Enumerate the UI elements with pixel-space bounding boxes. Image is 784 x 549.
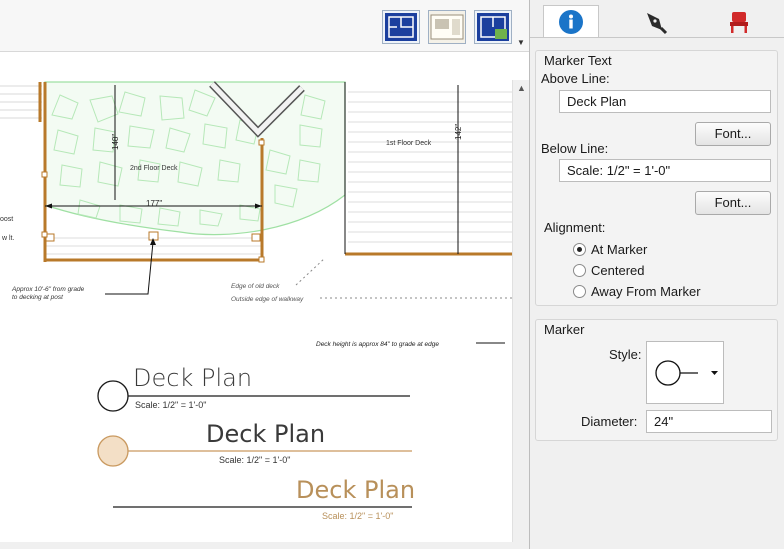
marker-style-selector[interactable] xyxy=(646,341,724,404)
canvas-header-gap xyxy=(0,52,529,80)
note-decking-post: to decking at post xyxy=(12,294,64,301)
tab-line-style[interactable] xyxy=(627,5,683,38)
radio-at-marker-label: At Marker xyxy=(591,242,648,257)
room-label-2nd-floor-deck: 2nd Floor Deck xyxy=(130,165,178,172)
style-label: Style: xyxy=(609,347,642,362)
elevation-view-icon xyxy=(477,13,509,41)
radio-away-from-marker[interactable] xyxy=(573,285,586,298)
radio-centered-label: Centered xyxy=(591,263,645,278)
elevation-view-button[interactable] xyxy=(474,10,512,44)
radio-at-marker[interactable] xyxy=(573,243,586,256)
below-line-font-button[interactable]: Font... xyxy=(695,191,771,215)
marker-1-title: Deck Plan xyxy=(133,364,252,392)
plan-canvas[interactable]: 148" 177" 142" 2nd Floor Deck 1st Floor … xyxy=(0,80,512,542)
diameter-input[interactable]: 24" xyxy=(646,410,772,433)
cut-text-2: w lt. xyxy=(1,235,15,242)
vertical-scrollbar[interactable]: ▲ xyxy=(512,80,529,542)
radio-centered[interactable] xyxy=(573,264,586,277)
marker-3-title: Deck Plan xyxy=(296,476,415,504)
above-line-font-button[interactable]: Font... xyxy=(695,122,771,146)
info-icon xyxy=(559,10,583,34)
above-line-input[interactable]: Deck Plan xyxy=(559,90,771,113)
tabs-divider xyxy=(530,37,784,38)
layout-sheet-button[interactable] xyxy=(428,10,466,44)
properties-panel: Marker Text Above Line: Deck Plan Font..… xyxy=(529,0,784,549)
room-label-1st-floor-deck: 1st Floor Deck xyxy=(386,140,432,147)
marker-2-subtitle: Scale: 1/2" = 1'-0" xyxy=(219,455,290,465)
panel-tabs xyxy=(530,0,784,38)
dimension-148: 148" xyxy=(111,134,120,150)
below-line-label: Below Line: xyxy=(541,141,609,156)
marker-centered[interactable]: Deck Plan Scale: 1/2" = 1'-0" xyxy=(97,420,412,467)
marker-text-group: Marker Text Above Line: Deck Plan Font..… xyxy=(535,50,778,306)
alignment-option-at-marker[interactable]: At Marker xyxy=(573,242,647,257)
marker-at-marker[interactable]: Deck Plan Scale: 1/2" = 1'-0" xyxy=(97,364,410,412)
marker-text-title: Marker Text xyxy=(544,53,612,68)
marker-title: Marker xyxy=(544,322,585,337)
cut-text-1: oost xyxy=(0,216,13,223)
alignment-option-centered[interactable]: Centered xyxy=(573,263,644,278)
tab-info[interactable] xyxy=(543,5,599,38)
note-edge-old-deck: Edge of old deck xyxy=(231,283,280,290)
alignment-option-away[interactable]: Away From Marker xyxy=(573,284,701,299)
radio-away-label: Away From Marker xyxy=(591,284,701,299)
drawing-area: ▼ 148" 177" 142" 2nd Floor Deck 1st Floo… xyxy=(0,0,529,549)
tab-materials[interactable] xyxy=(711,5,767,38)
note-approx-grade: Approx 10'-6" from grade xyxy=(11,286,85,293)
above-line-label: Above Line: xyxy=(541,71,610,86)
marker-away-from-marker[interactable]: Deck Plan Scale: 1/2" = 1'-0" xyxy=(113,476,415,521)
plan-drawing: 148" 177" 142" 2nd Floor Deck 1st Floor … xyxy=(0,81,512,521)
chair-icon xyxy=(730,11,748,33)
horizontal-scrollbar[interactable] xyxy=(0,542,529,549)
marker-1-subtitle: Scale: 1/2" = 1'-0" xyxy=(135,400,206,410)
alignment-label: Alignment: xyxy=(544,220,606,235)
floor-plan-view-icon xyxy=(385,13,417,41)
marker-2-title: Deck Plan xyxy=(206,420,325,448)
note-outside-walkway: Outside edge of walkway xyxy=(231,296,304,303)
layout-sheet-icon xyxy=(430,14,464,40)
dropdown-arrow-icon[interactable]: ▼ xyxy=(517,38,525,47)
pen-nib-icon xyxy=(647,12,668,34)
note-deck-height: Deck height is approx 84" to grade at ed… xyxy=(316,341,439,348)
floor-plan-view-button[interactable] xyxy=(382,10,420,44)
dimension-142: 142" xyxy=(454,124,463,140)
diameter-label: Diameter: xyxy=(581,414,638,429)
marker-3-subtitle: Scale: 1/2" = 1'-0" xyxy=(322,511,393,521)
scroll-up-icon[interactable]: ▲ xyxy=(513,83,530,97)
below-line-input[interactable]: Scale: 1/2" = 1'-0" xyxy=(559,159,771,182)
marker-group: Marker Style: Diameter: 24" xyxy=(535,319,778,441)
view-toolbar: ▼ xyxy=(0,0,529,52)
dimension-177: 177" xyxy=(146,199,162,208)
circle-marker-style-icon xyxy=(655,360,718,386)
stone-paving xyxy=(44,81,346,236)
